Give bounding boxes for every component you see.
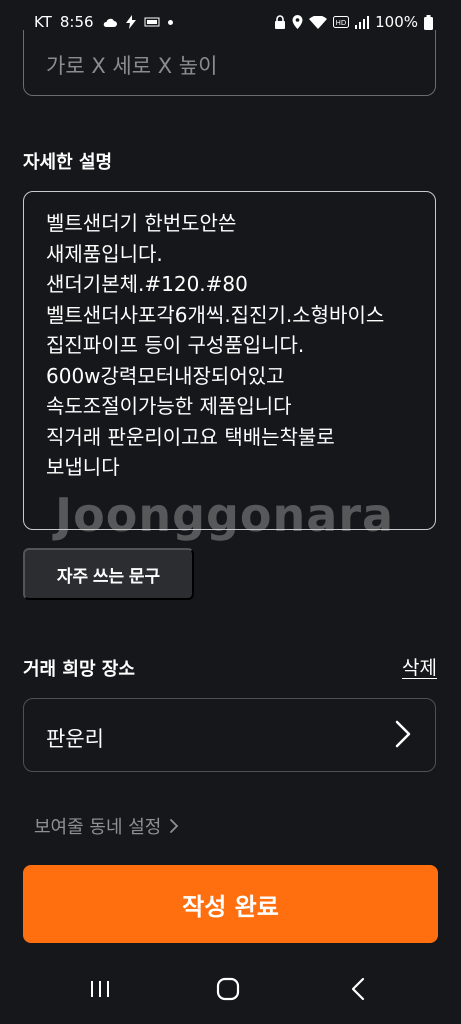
submit-button[interactable]: 작성 완료 — [23, 865, 438, 943]
hd-icon: HD — [333, 16, 350, 28]
app-badge-icon — [144, 17, 160, 27]
carrier-label: KT — [34, 13, 52, 31]
back-icon — [351, 977, 365, 1001]
cloud-icon — [103, 18, 117, 27]
battery-icon — [424, 14, 433, 30]
back-button[interactable] — [338, 974, 378, 1004]
chevron-right-icon — [395, 720, 411, 748]
svg-text:HD: HD — [336, 19, 347, 27]
description-text: 벨트샌더기 한번도안쓴 새제품입니다. 샌더기본체.#120.#80 벨트샌더사… — [46, 211, 385, 479]
home-button[interactable] — [208, 974, 248, 1004]
system-nav-bar — [0, 960, 461, 1024]
watermark-logo: Joonggonara — [55, 488, 395, 542]
signal-icon — [355, 15, 370, 29]
description-label: 자세한 설명 — [23, 152, 113, 173]
neighborhood-setting-link[interactable]: 보여줄 동네 설정 — [34, 813, 179, 839]
location-value: 판운리 — [46, 727, 104, 751]
location-label: 거래 희망 장소 — [23, 659, 135, 680]
battery-percent: 100% — [375, 13, 418, 31]
recent-apps-button[interactable] — [80, 974, 120, 1004]
recent-apps-icon — [91, 981, 109, 997]
size-input-placeholder: 가로 X 세로 X 높이 — [46, 54, 218, 78]
delete-location-link[interactable]: 삭제 — [402, 653, 437, 680]
bolt-icon — [125, 15, 136, 29]
clock: 8:56 — [59, 13, 94, 31]
home-icon — [216, 977, 240, 1001]
lock-icon — [275, 15, 286, 29]
description-textarea[interactable]: 벨트샌더기 한번도안쓴 새제품입니다. 샌더기본체.#120.#80 벨트샌더사… — [23, 191, 436, 530]
notification-dot-icon — [167, 19, 173, 25]
size-input[interactable]: 가로 X 세로 X 높이 — [23, 30, 436, 96]
location-icon — [292, 15, 303, 29]
frequent-phrases-button[interactable]: 자주 쓰는 문구 — [23, 548, 194, 600]
chevron-right-small-icon — [170, 819, 179, 833]
location-select[interactable]: 판운리 — [23, 698, 436, 772]
neighborhood-setting-label: 보여줄 동네 설정 — [34, 817, 162, 838]
wifi-icon — [309, 15, 328, 29]
